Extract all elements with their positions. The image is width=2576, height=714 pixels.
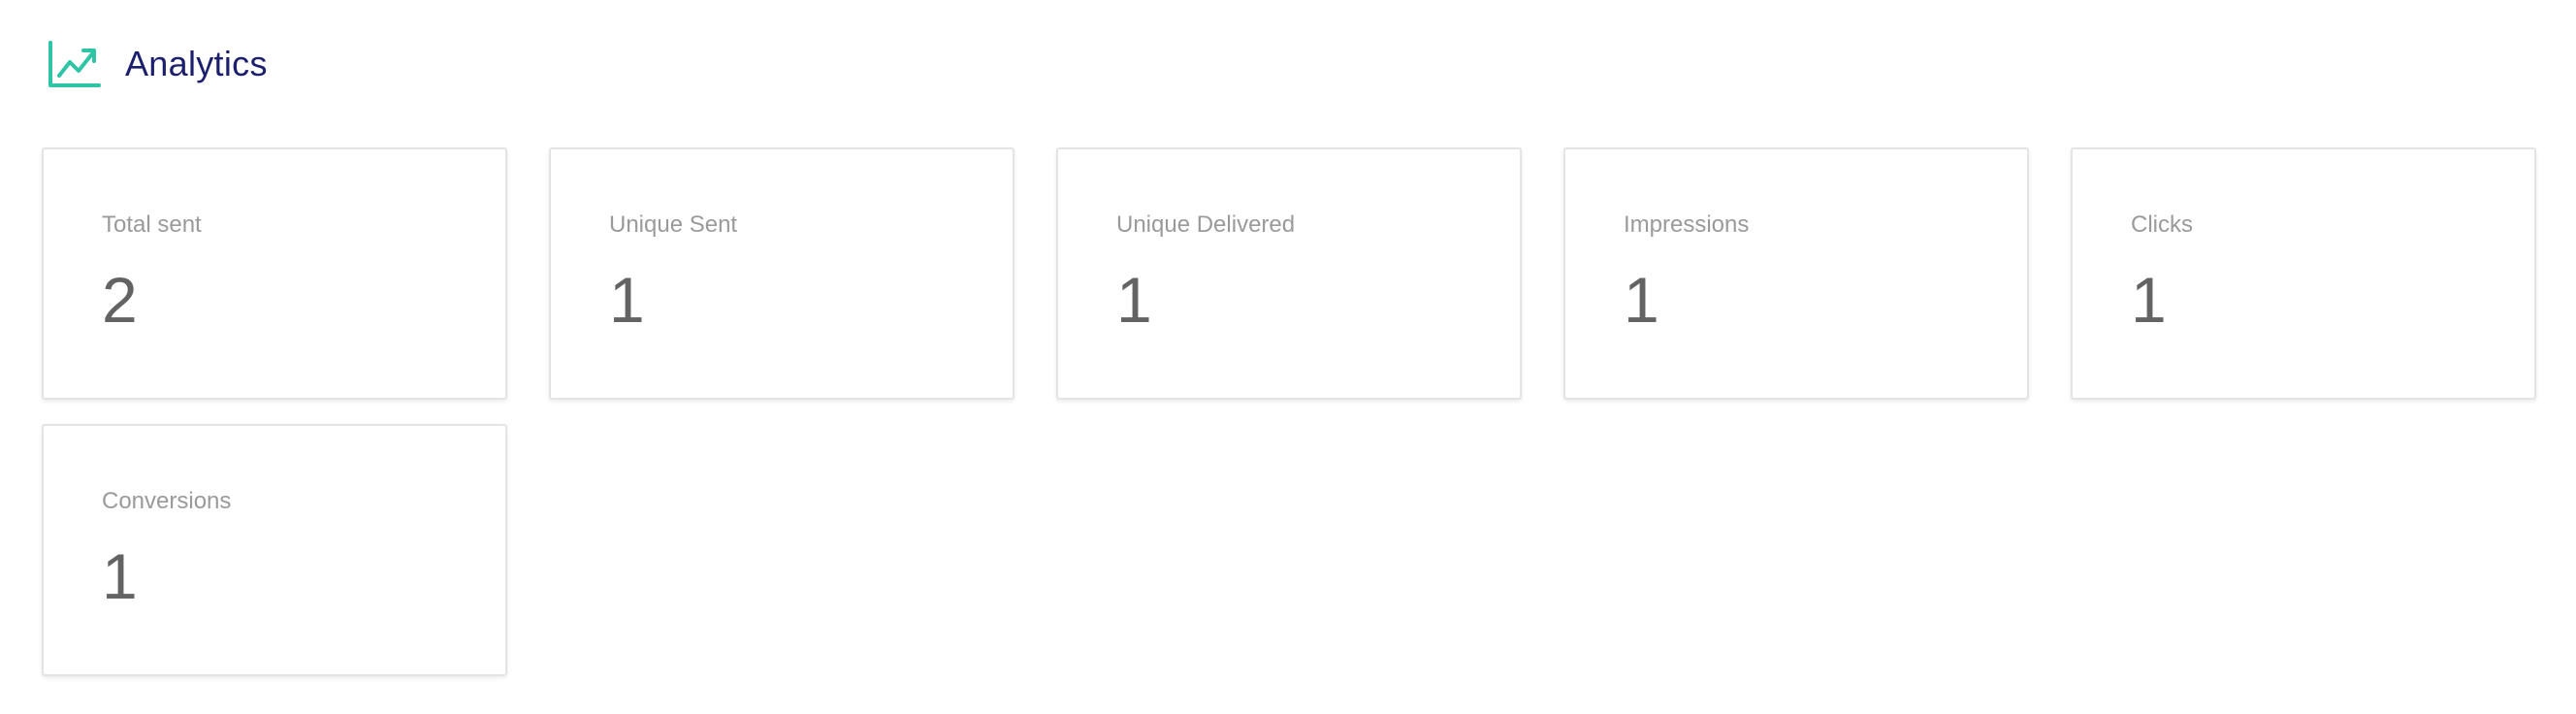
metric-label: Impressions [1624,211,1750,238]
metric-label: Unique Sent [609,211,738,238]
metric-card-total-sent: Total sent 2 [42,147,507,400]
metric-label: Total sent [102,211,202,238]
metric-value: 1 [2131,264,2167,336]
analytics-header: Analytics [48,39,268,89]
metric-value: 1 [1624,264,1659,336]
metric-card-impressions: Impressions 1 [1563,147,2029,400]
metric-card-unique-sent: Unique Sent 1 [549,147,1014,400]
metric-value: 1 [1116,264,1152,336]
metric-value: 1 [609,264,645,336]
metric-card-unique-delivered: Unique Delivered 1 [1056,147,1522,400]
trending-up-chart-icon [48,40,102,88]
metric-label: Clicks [2131,211,2193,238]
metric-label: Unique Delivered [1116,211,1296,238]
page-title: Analytics [125,44,268,83]
metric-label: Conversions [102,488,232,514]
metric-card-clicks: Clicks 1 [2071,147,2536,400]
metric-card-conversions: Conversions 1 [42,424,507,676]
metric-value: 2 [102,264,138,336]
metric-value: 1 [102,540,138,612]
